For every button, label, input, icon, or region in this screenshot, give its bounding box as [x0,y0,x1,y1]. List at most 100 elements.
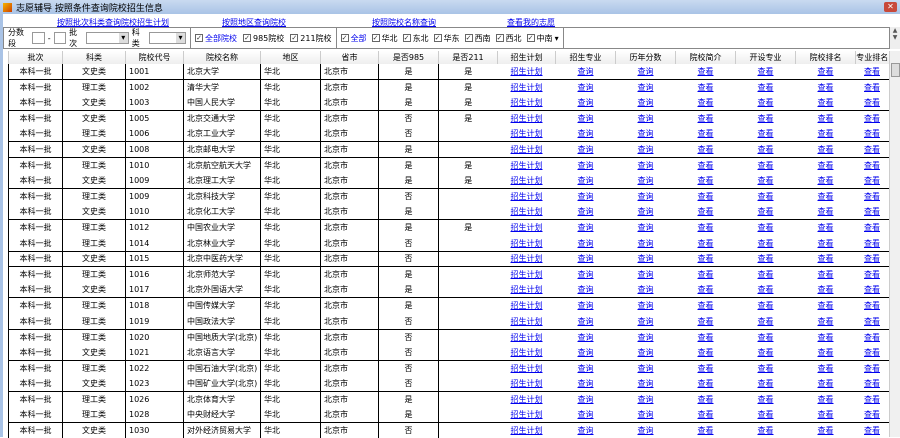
row-link[interactable]: 查询 [556,158,616,174]
row-link[interactable]: 查询 [615,251,676,268]
row-link[interactable]: 查询 [556,189,616,205]
table-row[interactable]: 本科一批 文史类 1030 对外经济贸易大学 华北 北京市否招生计划 查询 查询 查看 查看 查看查… [8,422,889,438]
row-link[interactable]: 查询 [616,220,676,236]
row-link[interactable]: 招生计划 [497,95,556,112]
row-link[interactable]: 查询 [555,204,616,221]
row-link[interactable]: 查看 [795,407,856,424]
row-link[interactable]: 查询 [556,267,616,283]
row-link[interactable]: 招生计划 [498,423,556,438]
row-link[interactable]: 查看 [675,344,736,361]
row-link[interactable]: 查看 [735,64,796,81]
table-row[interactable]: 本科一批 文史类 1021 北京语言大学 华北 北京市否招生计划 查询 查询 查看 查看 查看 查看 [8,344,889,361]
row-link[interactable]: 查看 [795,204,856,221]
row-link[interactable]: 查看 [675,313,736,330]
row-link[interactable]: 查询 [556,111,616,127]
row-link[interactable]: 查看 [855,173,889,190]
row-link[interactable]: 查看 [675,173,736,190]
row-link[interactable]: 招生计划 [497,235,556,252]
row-link[interactable]: 查询 [555,235,616,252]
row-link[interactable]: 查看 [796,220,856,236]
row-link[interactable]: 查看 [856,391,889,407]
column-header[interactable]: 院校排名 [795,51,856,64]
row-link[interactable]: 查看 [796,267,856,283]
row-link[interactable]: 查询 [555,282,616,299]
row-link[interactable]: 查询 [616,298,676,314]
checkbox-region-huadong[interactable]: ✓ 华东 [433,33,460,44]
row-link[interactable]: 查看 [676,220,736,236]
column-header[interactable]: 专业排名 [855,51,889,64]
table-row[interactable]: 本科一批 文史类 1017 北京外国语大学 华北 北京市是招生计划 查询 查询 查看 查看 查看 查看 [8,282,889,299]
row-link[interactable]: 查看 [795,173,856,190]
row-link[interactable]: 查看 [795,64,856,81]
row-link[interactable]: 查看 [796,423,856,438]
row-link[interactable]: 查询 [615,407,676,424]
table-row[interactable]: 本科一批 文史类 1010 北京化工大学 华北 北京市是招生计划 查询 查询 查看 查看 查看 查看 [8,204,889,221]
table-row[interactable]: 本科一批 理工类 1006 北京工业大学 华北 北京市否招生计划 查询 查询 查看 查看 查看 查看 [8,126,889,143]
row-link[interactable]: 查看 [675,141,736,159]
row-link[interactable]: 查询 [616,189,676,205]
table-row[interactable]: 本科一批 文史类 1009 北京理工大学 华北 北京市是是招生计划 查询 查询 查看 查看 查看 查看 [8,173,889,190]
column-header[interactable]: 院校简介 [675,51,736,64]
row-link[interactable]: 查询 [616,111,676,127]
row-link[interactable]: 招生计划 [498,267,556,283]
row-link[interactable]: 查询 [615,126,676,143]
row-link[interactable]: 查看 [856,360,889,376]
row-link[interactable]: 查看 [736,298,796,314]
checkbox-region-xibei[interactable]: ✓ 西北 [495,33,522,44]
score-min-input[interactable] [32,32,45,44]
row-link[interactable]: 招生计划 [497,204,556,221]
row-link[interactable]: 查看 [675,126,736,143]
checkbox-211[interactable]: ✓ 211院校 [290,33,332,44]
row-link[interactable]: 查看 [735,235,796,252]
row-link[interactable]: 招生计划 [497,64,556,81]
table-row[interactable]: 本科一批 文史类 1023 中国矿业大学(北京) 华北 北京市否招生计划 查询 查询 查看 查看查… [8,375,889,392]
row-link[interactable]: 查看 [736,111,796,127]
row-link[interactable]: 查看 [736,267,796,283]
scroll-thumb[interactable] [891,63,900,77]
row-link[interactable]: 查看 [675,235,736,252]
row-link[interactable]: 查看 [676,158,736,174]
row-link[interactable]: 招生计划 [498,80,556,96]
row-link[interactable]: 查询 [616,80,676,96]
row-link[interactable]: 查看 [856,189,889,205]
table-row[interactable]: 本科一批 理工类 1016 北京师范大学 华北 北京市是招生计划 查询 查询 查看 查看 查看 查看 [8,266,889,283]
close-button[interactable]: ✕ [884,2,897,12]
table-row[interactable]: 本科一批 理工类 1009 北京科技大学 华北 北京市否招生计划 查询 查询 查看 查看 查看 查看 [8,188,889,205]
row-link[interactable]: 查看 [856,329,889,345]
table-row[interactable]: 本科一批 理工类 1010 北京航空航天大学 华北 北京市是是招生计划 查询 查询 查看 查看 查看… [8,157,889,174]
row-link[interactable]: 查看 [735,173,796,190]
row-link[interactable]: 查看 [735,375,796,392]
row-link[interactable]: 查看 [736,80,796,96]
row-link[interactable]: 查看 [796,158,856,174]
row-link[interactable]: 查看 [855,126,889,143]
row-link[interactable]: 查询 [615,313,676,330]
column-header[interactable]: 历年分数 [615,51,676,64]
checkbox-region-huabei[interactable]: ✓ 华北 [371,33,398,44]
row-link[interactable]: 查询 [616,360,676,376]
row-link[interactable]: 查看 [675,375,736,392]
table-scrollbar[interactable] [889,51,900,437]
row-link[interactable]: 查看 [735,141,796,159]
checkbox-region-dongbei[interactable]: ✓ 东北 [402,33,429,44]
row-link[interactable]: 查看 [675,251,736,268]
row-link[interactable]: 招生计划 [497,282,556,299]
column-header[interactable]: 省市 [320,51,379,64]
row-link[interactable]: 招生计划 [497,173,556,190]
row-link[interactable]: 查看 [856,220,889,236]
row-link[interactable]: 查看 [735,126,796,143]
column-header[interactable]: 科类 [62,51,126,64]
checkbox-region-all[interactable]: ✓ 全部 [340,33,367,44]
row-link[interactable]: 查询 [555,95,616,112]
row-link[interactable]: 查询 [555,141,616,159]
row-link[interactable]: 查询 [615,375,676,392]
row-link[interactable]: 查看 [855,204,889,221]
row-link[interactable]: 招生计划 [498,329,556,345]
row-link[interactable]: 查询 [555,344,616,361]
row-link[interactable]: 招生计划 [497,126,556,143]
row-link[interactable]: 招生计划 [498,298,556,314]
row-link[interactable]: 查看 [735,204,796,221]
row-link[interactable]: 查看 [855,344,889,361]
row-link[interactable]: 查看 [676,111,736,127]
row-link[interactable]: 查看 [736,423,796,438]
row-link[interactable]: 查看 [795,313,856,330]
